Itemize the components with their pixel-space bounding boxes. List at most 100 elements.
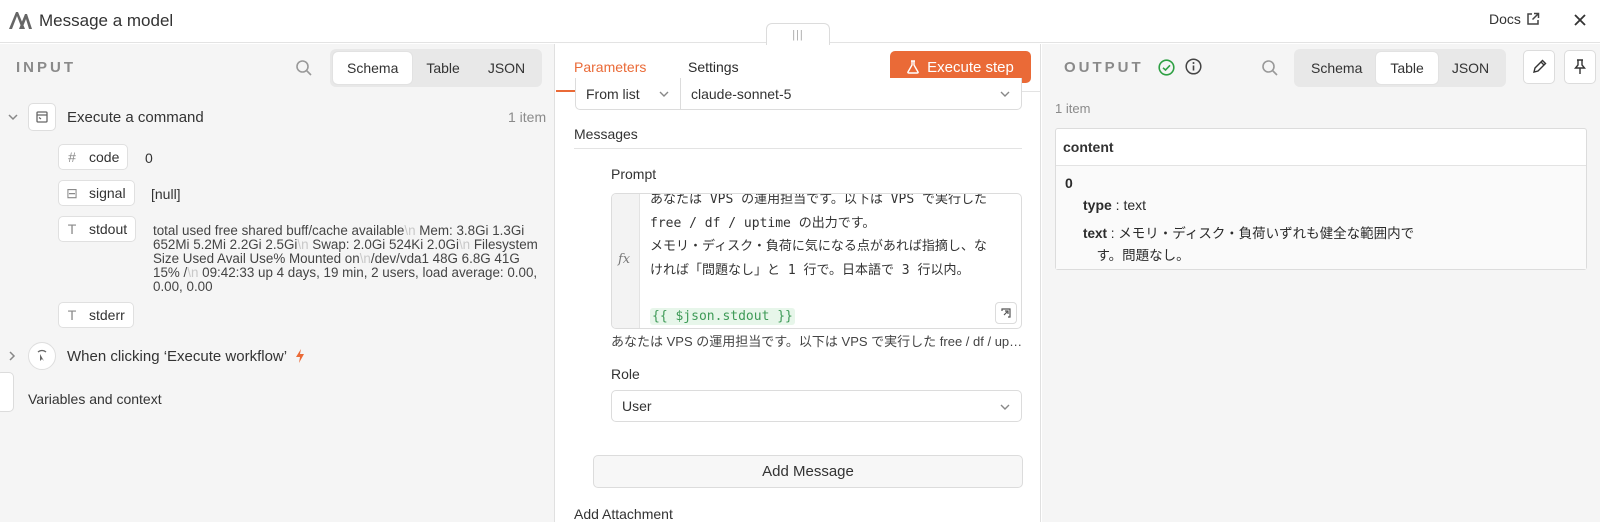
number-type-icon: # [68, 149, 76, 165]
messages-divider [574, 148, 1022, 149]
chevron-down-icon [1000, 91, 1010, 97]
chevron-down-icon [1000, 404, 1010, 410]
input-view-tabs: Schema Table JSON [330, 49, 543, 87]
output-tab-schema[interactable]: Schema [1297, 52, 1376, 84]
newline-marker: \n [297, 237, 309, 252]
input-panel: INPUT Schema Table JSON Execute a comman… [0, 44, 555, 522]
prompt-line: メモリ・ディスク・負荷に気になる点があれば指摘し、な [650, 239, 987, 254]
prompt-editor[interactable]: fx あなたは VPS の運用担当です。以下は VPS で実行した free /… [611, 193, 1022, 329]
search-icon[interactable] [295, 59, 313, 77]
tab-settings[interactable]: Settings [688, 59, 739, 75]
pin-icon [1574, 59, 1586, 74]
field-value: メモリ・ディスク・負荷いずれも健全な範囲内で す。問題なし。 [1096, 226, 1415, 263]
node-item-count: 1 item [508, 109, 547, 125]
add-message-button[interactable]: Add Message [593, 455, 1023, 488]
page-title: Message a model [39, 11, 174, 30]
pin-output-button[interactable] [1564, 50, 1596, 84]
stdout-text: 09:42:33 up 4 days, 19 min, 2 users, loa… [153, 265, 538, 294]
input-tab-schema[interactable]: Schema [333, 52, 413, 84]
string-type-icon: T [67, 307, 77, 323]
expand-editor-icon[interactable] [995, 302, 1017, 324]
column-header-content: content [1056, 129, 1586, 166]
prompt-preview: あなたは VPS の運用担当です。以下は VPS で実行した free / df… [611, 334, 1023, 349]
input-tab-json[interactable]: JSON [474, 52, 539, 84]
chevron-down-icon[interactable] [7, 111, 19, 123]
output-tab-json[interactable]: JSON [1438, 52, 1503, 84]
input-label: INPUT [16, 59, 76, 76]
docs-link[interactable]: Docs [1489, 11, 1540, 27]
lightning-icon [296, 349, 305, 363]
role-label: Role [611, 366, 640, 382]
prompt-line: ければ「問題なし」と 1 行で。日本語で 3 行以内。 [650, 262, 970, 278]
node-name[interactable]: Execute a command [67, 101, 204, 133]
prompt-line: free / df / uptime の出力です。 [650, 215, 876, 231]
field-stderr[interactable]: T stderr [58, 302, 134, 328]
info-icon[interactable] [1185, 58, 1202, 75]
newline-marker: \n [404, 223, 416, 238]
field-code[interactable]: # code [58, 144, 129, 170]
output-view-tabs: Schema Table JSON [1294, 49, 1507, 87]
field-name: stderr [89, 307, 125, 323]
input-tab-table[interactable]: Table [412, 52, 473, 84]
field-value: 0 [145, 150, 153, 166]
output-panel: OUTPUT Schema Table JSON 1 item content … [1042, 44, 1600, 522]
table-row: 0 type : text text : メモリ・ディスク・負荷いずれも健全な範… [1056, 166, 1586, 269]
field-name: code [89, 149, 120, 165]
panel-drag-handle[interactable]: ||| [766, 23, 830, 45]
chevron-right-icon[interactable] [6, 350, 18, 362]
field-value: [null] [151, 186, 181, 202]
prompt-line: あなたは VPS の運用担当です。以下は VPS で実行した [650, 193, 987, 207]
row-index: 0 [1065, 175, 1073, 191]
terminal-node-icon [28, 103, 56, 131]
field-key: text [1083, 226, 1108, 241]
tab-parameters[interactable]: Parameters [574, 59, 646, 75]
variables-toggle[interactable] [0, 372, 14, 412]
field-value: text [1123, 197, 1147, 213]
model-source-value: From list [586, 85, 640, 102]
newline-marker: \n [187, 265, 199, 280]
pencil-icon [1533, 59, 1547, 73]
trigger-node-icon [28, 342, 56, 370]
output-item-count: 1 item [1055, 101, 1091, 116]
external-link-icon [1527, 12, 1540, 25]
row-field-type: type : text [1083, 197, 1147, 213]
field-name: signal [89, 185, 126, 201]
app-logo-icon [9, 12, 32, 29]
parameters-panel: Parameters Settings Execute step From li… [556, 44, 1041, 522]
fx-icon: fx [618, 252, 631, 267]
success-check-icon [1158, 59, 1175, 76]
model-source-select[interactable]: From list [575, 78, 681, 110]
search-icon[interactable] [1261, 59, 1279, 77]
field-name: stdout [89, 221, 128, 237]
add-attachment-button[interactable]: Add Attachment [574, 506, 673, 522]
field-signal[interactable]: ⊟ signal [58, 180, 135, 206]
expression-token: {{ $json.stdout }} [650, 308, 795, 325]
row-field-text: text : メモリ・ディスク・負荷いずれも健全な範囲内で す。問題なし。 [1083, 226, 1415, 263]
edit-output-button[interactable] [1523, 50, 1555, 84]
prompt-line [650, 282, 1018, 305]
field-key: type [1083, 197, 1112, 213]
flask-icon [907, 60, 919, 74]
stdout-text: Swap: 2.0Gi 524Ki 2.0Gi [312, 237, 459, 252]
newline-marker: \n [458, 237, 471, 252]
model-select[interactable]: claude-sonnet-5 [680, 78, 1022, 110]
prompt-text[interactable]: あなたは VPS の運用担当です。以下は VPS で実行した free / df… [650, 193, 1018, 328]
field-stdout[interactable]: T stdout [58, 216, 137, 242]
variables-and-context[interactable]: Variables and context [28, 391, 162, 407]
trigger-node-name[interactable]: When clicking ‘Execute workflow’ [67, 340, 305, 372]
stdout-value: total used free shared buff/cache availa… [153, 224, 543, 294]
output-label: OUTPUT [1064, 59, 1144, 76]
messages-label: Messages [574, 126, 638, 142]
stdout-text: total used free shared buff/cache availa… [153, 223, 405, 238]
output-tab-table[interactable]: Table [1376, 52, 1438, 84]
output-table: content 0 type : text text : メモリ・ディスク・負荷… [1055, 128, 1587, 270]
role-value: User [622, 398, 652, 414]
chevron-down-icon [659, 91, 669, 97]
close-icon[interactable] [1571, 11, 1589, 29]
role-select[interactable]: User [611, 390, 1022, 422]
newline-marker: \n [359, 251, 371, 266]
null-type-icon: ⊟ [66, 184, 78, 201]
docs-label: Docs [1489, 11, 1521, 27]
string-type-icon: T [67, 221, 77, 237]
prompt-label: Prompt [611, 166, 657, 182]
